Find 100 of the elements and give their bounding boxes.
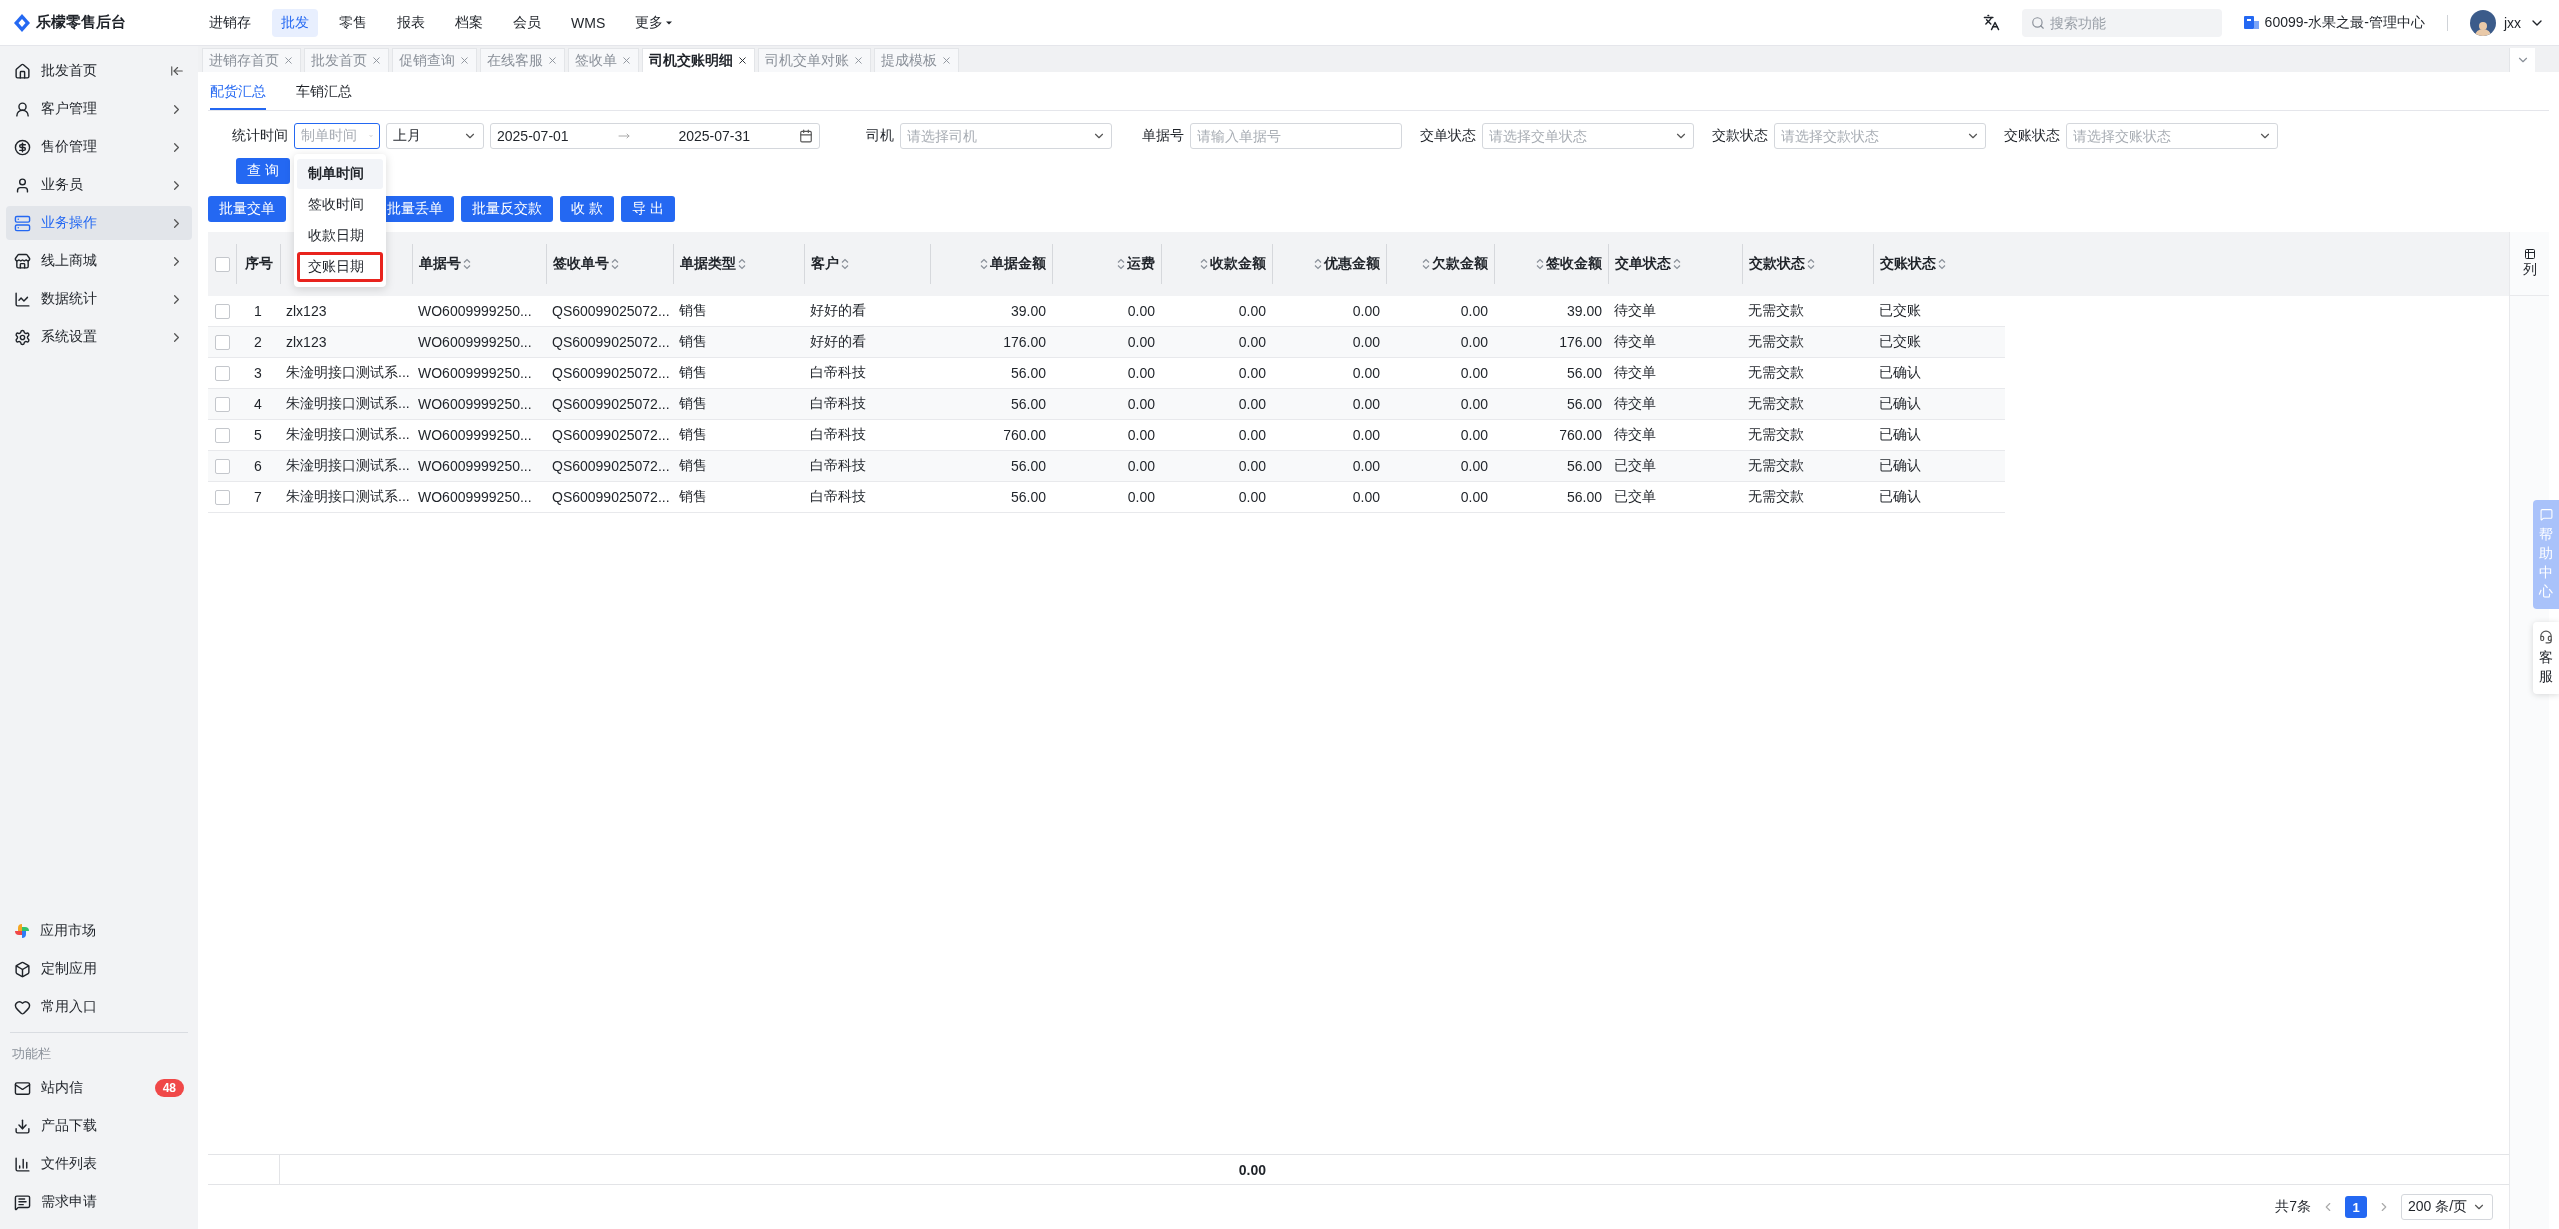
- nav-item[interactable]: 报表: [388, 8, 434, 37]
- store-icon: [14, 252, 31, 270]
- sidebar-item[interactable]: 客户管理: [6, 92, 192, 126]
- checkbox[interactable]: [214, 365, 230, 381]
- period-select[interactable]: 上月: [386, 123, 484, 149]
- sort-icon[interactable]: [980, 258, 988, 270]
- select-field[interactable]: 请选择交账状态: [2066, 123, 2278, 149]
- customer-service-tab[interactable]: 客服: [2533, 622, 2559, 694]
- avatar[interactable]: [2469, 9, 2496, 36]
- table-cell-text: 0.00: [1237, 457, 1267, 476]
- sort-icon[interactable]: [841, 258, 849, 270]
- field-label: 交账状态: [2003, 127, 2061, 145]
- table-cell-text: 0.00: [1126, 488, 1156, 507]
- nav-item[interactable]: 进销存: [200, 8, 260, 37]
- nav-item[interactable]: 会员: [504, 8, 550, 37]
- close-icon[interactable]: [737, 55, 748, 66]
- menu-option[interactable]: 制单时间: [297, 159, 383, 189]
- store-name[interactable]: 60099-水果之最-管理中心: [2264, 13, 2425, 32]
- select-field[interactable]: 请选择交单状态: [1482, 123, 1694, 149]
- checkbox[interactable]: [214, 427, 230, 443]
- column-header[interactable]: 单据类型: [673, 244, 804, 284]
- sidebar-item[interactable]: 批发首页: [6, 54, 192, 88]
- column-header[interactable]: 收款金额: [1161, 244, 1272, 284]
- column-header[interactable]: 交款状态: [1742, 244, 1873, 284]
- nav-item[interactable]: 更多: [626, 8, 683, 37]
- checkbox[interactable]: [214, 458, 230, 474]
- action-button[interactable]: 批量反交款: [461, 196, 553, 222]
- sidebar-item[interactable]: 产品下载: [6, 1109, 192, 1143]
- column-header[interactable]: 签收单号: [546, 244, 673, 284]
- input-field[interactable]: 请输入单据号: [1190, 123, 1402, 149]
- date-range-field[interactable]: 2025-07-01 2025-07-31: [490, 123, 820, 149]
- sidebar-item[interactable]: 需求申请: [6, 1185, 192, 1219]
- select-field[interactable]: 请选择司机: [900, 123, 1112, 149]
- search-field[interactable]: 搜索功能: [2021, 8, 2222, 37]
- page-tab[interactable]: 司机交账明细: [642, 48, 755, 72]
- checkbox[interactable]: [214, 396, 230, 412]
- action-button[interactable]: 收 款: [560, 196, 614, 222]
- sort-icon[interactable]: [463, 258, 471, 270]
- sort-icon[interactable]: [1807, 258, 1815, 270]
- select-field[interactable]: 请选择交款状态: [1774, 123, 1986, 149]
- checkbox[interactable]: [214, 303, 230, 319]
- table-cell-text: WO6009999250...: [417, 457, 533, 476]
- column-header[interactable]: 单据号: [412, 244, 546, 284]
- sort-icon[interactable]: [738, 258, 746, 270]
- table-cell-text: 1: [253, 302, 263, 321]
- nav-item[interactable]: WMS: [562, 8, 615, 37]
- column-header[interactable]: 签收金额: [1494, 244, 1608, 284]
- table-cell-text: 好好的看: [809, 332, 867, 351]
- collapse-icon[interactable]: [170, 64, 184, 78]
- column-header[interactable]: 运费: [1052, 244, 1161, 284]
- sidebar-item[interactable]: 常用入口: [6, 990, 192, 1024]
- sort-icon[interactable]: [1200, 258, 1208, 270]
- user-name[interactable]: jxx: [2503, 14, 2521, 31]
- sort-icon[interactable]: [611, 258, 619, 270]
- table-cell-text: 销售: [678, 301, 708, 320]
- sidebar-item[interactable]: 系统设置: [6, 320, 192, 354]
- action-button[interactable]: 导 出: [620, 196, 675, 222]
- column-header[interactable]: 交账状态: [1873, 244, 2005, 284]
- query-button[interactable]: 查 询: [236, 158, 290, 184]
- sidebar-item[interactable]: 业务操作: [6, 206, 192, 240]
- menu-option[interactable]: 交账日期: [297, 252, 383, 282]
- checkbox[interactable]: [214, 489, 230, 505]
- sort-icon[interactable]: [1536, 258, 1544, 270]
- sub-tab[interactable]: 车销汇总: [296, 78, 352, 110]
- column-header[interactable]: 客户: [804, 244, 930, 284]
- column-header[interactable]: 欠款金额: [1386, 244, 1494, 284]
- sidebar-item[interactable]: 业务员: [6, 168, 192, 202]
- sidebar-item[interactable]: 文件列表: [6, 1147, 192, 1181]
- sidebar-item[interactable]: 数据统计: [6, 282, 192, 316]
- sub-tab[interactable]: 配货汇总: [210, 78, 266, 110]
- checkbox[interactable]: [214, 334, 230, 350]
- page-size-select[interactable]: 200 条/页: [2401, 1194, 2493, 1220]
- column-settings-button[interactable]: 列: [2510, 232, 2549, 296]
- page-button[interactable]: 1: [2345, 1196, 2367, 1218]
- nav-item[interactable]: 零售: [330, 8, 376, 37]
- tabs-menu-button[interactable]: [2509, 48, 2535, 72]
- sort-icon[interactable]: [1314, 258, 1322, 270]
- table-cell-text: 0.00: [1351, 333, 1381, 352]
- sidebar-item[interactable]: 应用市场: [6, 914, 192, 948]
- action-button[interactable]: 批量交单: [208, 196, 286, 222]
- column-header[interactable]: 优惠金额: [1272, 244, 1386, 284]
- sidebar-item[interactable]: 站内信 48: [6, 1071, 192, 1105]
- sidebar-item[interactable]: 定制应用: [6, 952, 192, 986]
- column-header: 序号: [236, 244, 280, 284]
- nav-item[interactable]: 档案: [446, 8, 492, 37]
- cube-icon: [14, 960, 31, 978]
- table-cell-text: 56.00: [1009, 395, 1047, 414]
- sort-icon[interactable]: [1673, 258, 1681, 270]
- sidebar-item[interactable]: 线上商城: [6, 244, 192, 278]
- checkbox[interactable]: [214, 256, 230, 272]
- sort-icon[interactable]: [1117, 258, 1125, 270]
- column-header[interactable]: 交单状态: [1608, 244, 1742, 284]
- sort-icon[interactable]: [1938, 258, 1946, 270]
- translate-icon[interactable]: [1982, 14, 2000, 31]
- column-header[interactable]: 单据金额: [930, 244, 1052, 284]
- nav-item[interactable]: 批发: [272, 8, 318, 37]
- table-cell-text: 销售: [678, 425, 708, 444]
- table-cell-text: QS60099025072...: [551, 364, 671, 383]
- sort-icon[interactable]: [1422, 258, 1430, 270]
- sidebar-item[interactable]: 售价管理: [6, 130, 192, 164]
